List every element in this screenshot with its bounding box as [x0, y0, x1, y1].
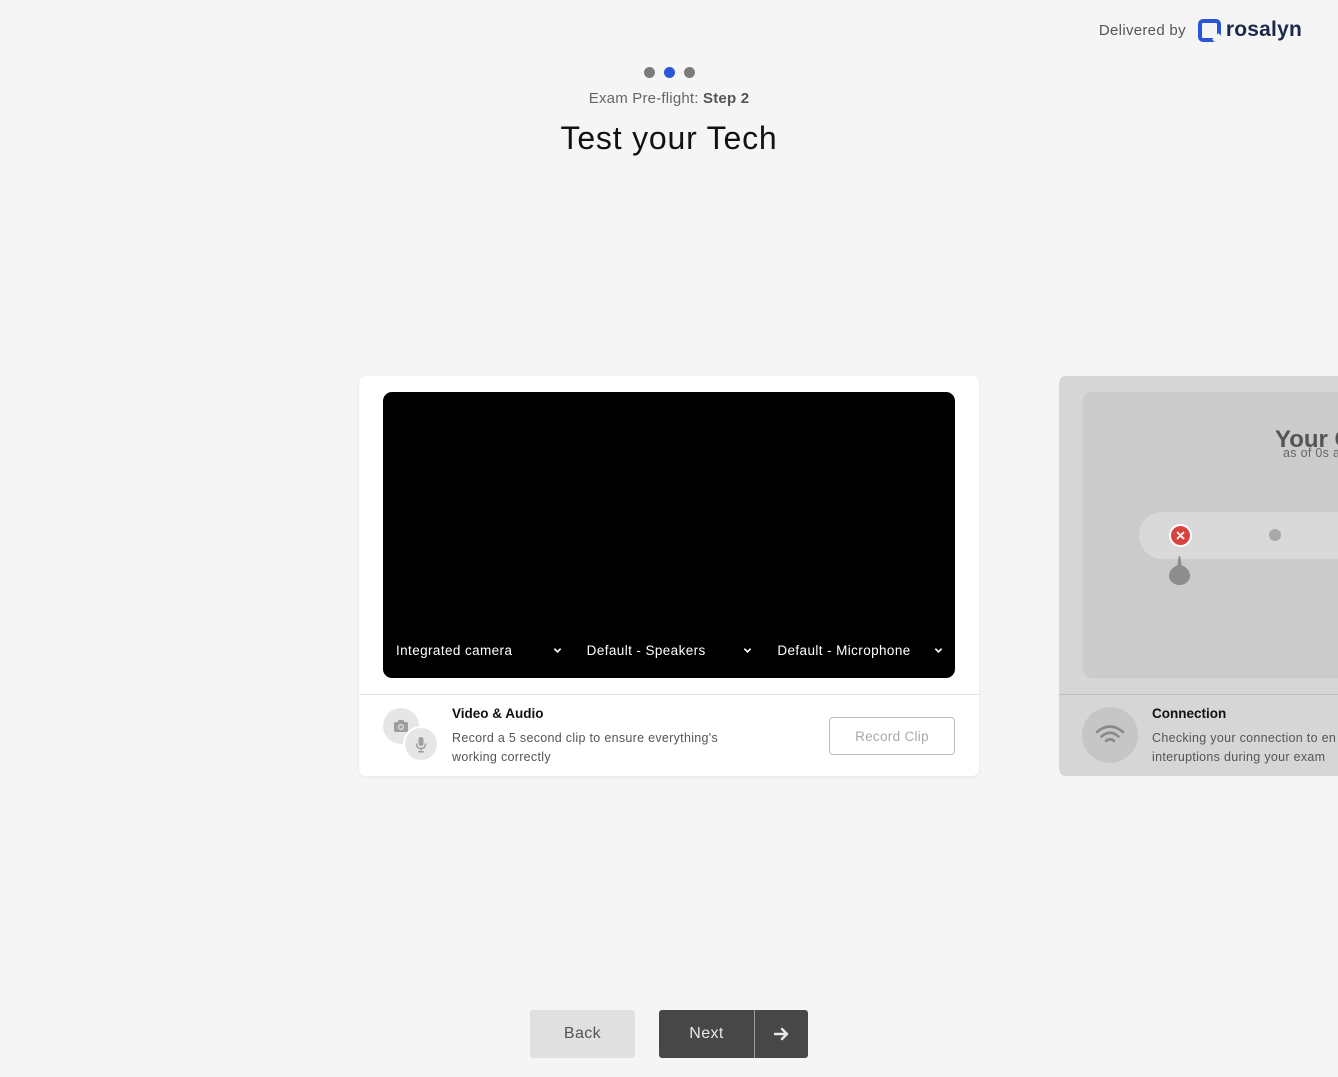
- arrow-right-icon: [755, 1010, 808, 1058]
- step-label-prefix: Exam Pre-flight:: [588, 90, 699, 107]
- wifi-icon: [1082, 707, 1138, 763]
- chevron-down-icon: [553, 648, 561, 653]
- connection-description-line-2: interuptions during your exam: [1152, 750, 1326, 764]
- step-dot-3: [683, 67, 695, 78]
- brand-name: rosalyn: [1225, 18, 1302, 41]
- speakers-select[interactable]: Default - Speakers: [574, 643, 765, 658]
- page-title: Test your Tech: [560, 120, 778, 156]
- camera-select-value: Integrated camera: [396, 643, 513, 658]
- back-button[interactable]: Back: [530, 1010, 635, 1058]
- error-icon: [1169, 524, 1192, 547]
- page: Delivered by rosalyn Exam Pre-flight: St…: [0, 0, 1338, 1077]
- chevron-down-icon: [934, 648, 943, 653]
- step-label: Exam Pre-flight: Step 2: [0, 90, 1338, 107]
- step-label-step: Step 2: [703, 90, 750, 107]
- connection-description-line-1: Checking your connection to en: [1152, 731, 1337, 745]
- next-button-label: Next: [689, 1025, 724, 1042]
- connection-node-dot: [1269, 529, 1281, 541]
- connection-feature-title: Connection: [1152, 706, 1227, 721]
- microphone-select-value: Default - Microphone: [777, 643, 911, 658]
- step-dot-1: [643, 67, 655, 78]
- microphone-icon: [403, 726, 439, 762]
- camera-select[interactable]: Integrated camera: [383, 643, 574, 658]
- brand-header: Delivered by rosalyn: [1099, 18, 1302, 42]
- connection-description: Checking your connection to en interupti…: [1152, 729, 1336, 767]
- rosalyn-logo-icon: [1197, 18, 1221, 42]
- location-pin-icon: [1169, 556, 1190, 585]
- record-clip-button[interactable]: Record Clip: [829, 717, 955, 755]
- chevron-down-icon: [744, 648, 752, 653]
- step-dot-2-active: [663, 67, 675, 78]
- microphone-select[interactable]: Default - Microphone: [764, 643, 955, 658]
- connection-subtitle: as of 0s a: [1283, 446, 1338, 460]
- next-button[interactable]: Next: [659, 1010, 808, 1058]
- divider: [1059, 694, 1338, 695]
- step-indicator: [0, 67, 1338, 78]
- video-audio-description: Record a 5 second clip to ensure everyth…: [452, 731, 719, 764]
- rosalyn-logo: rosalyn: [1197, 18, 1302, 42]
- video-audio-card: Integrated camera Default - Speakers Def…: [359, 376, 979, 776]
- device-selectors: Integrated camera Default - Speakers Def…: [383, 643, 955, 658]
- speakers-select-value: Default - Speakers: [586, 643, 706, 658]
- video-audio-title: Video & Audio: [452, 706, 544, 721]
- connection-status-panel: Your C as of 0s a: [1083, 392, 1338, 678]
- video-preview: Integrated camera Default - Speakers Def…: [383, 392, 955, 678]
- connection-card: Your C as of 0s a Connection Checking yo…: [1059, 376, 1338, 776]
- video-audio-footer: Video & Audio Record a 5 second clip to …: [359, 695, 979, 776]
- delivered-by-label: Delivered by: [1098, 21, 1186, 39]
